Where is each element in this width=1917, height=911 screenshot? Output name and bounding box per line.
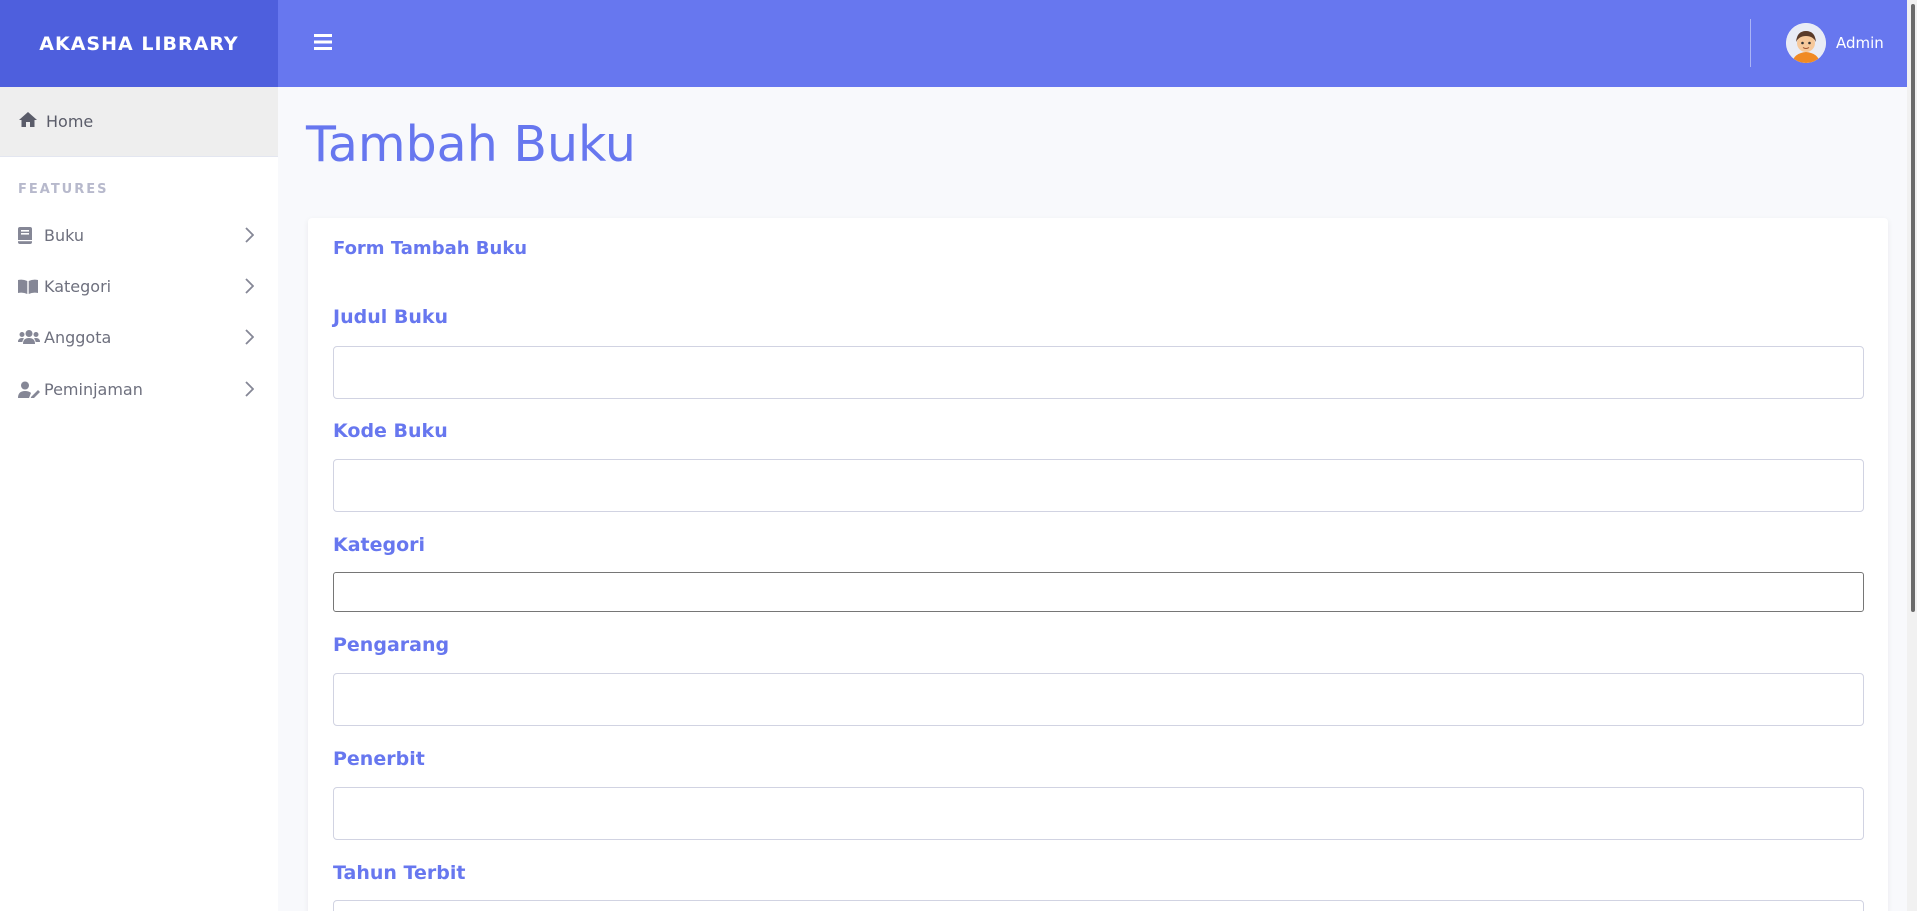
sidebar-item-home[interactable]: Home: [0, 87, 278, 157]
chevron-right-icon: [245, 381, 255, 401]
home-icon: [18, 111, 38, 132]
menu-toggle-icon[interactable]: [314, 32, 332, 52]
chevron-right-icon: [245, 278, 255, 298]
judul-buku-input[interactable]: [333, 346, 1864, 399]
topbar: Admin: [278, 0, 1917, 87]
page-title: Tambah Buku: [306, 116, 636, 173]
users-icon: [18, 329, 40, 345]
kode-buku-label: Kode Buku: [333, 420, 448, 442]
pengarang-input[interactable]: [333, 673, 1864, 726]
chevron-right-icon: [245, 227, 255, 247]
sidebar-item-kategori[interactable]: Kategori: [0, 264, 278, 308]
scrollbar-thumb[interactable]: [1911, 4, 1915, 612]
sidebar-item-label: Buku: [44, 225, 85, 245]
sidebar-item-label: Home: [46, 112, 94, 131]
kategori-select[interactable]: [333, 572, 1864, 612]
penerbit-label: Penerbit: [333, 748, 425, 770]
chevron-right-icon: [245, 329, 255, 349]
sidebar-item-label: Peminjaman: [44, 379, 143, 399]
sidebar-item-label: Anggota: [44, 327, 112, 347]
kode-buku-input[interactable]: [333, 459, 1864, 512]
scrollbar[interactable]: [1907, 0, 1917, 911]
user-edit-icon: [18, 381, 40, 398]
sidebar-item-anggota[interactable]: Anggota: [0, 315, 278, 359]
kategori-label: Kategori: [333, 534, 426, 556]
book-open-icon: [18, 279, 40, 294]
sidebar-item-label: Kategori: [44, 276, 112, 296]
tahun-terbit-label: Tahun Terbit: [333, 862, 466, 884]
sidebar-section-heading: FEATURES: [18, 182, 109, 197]
brand-title: AKASHA LIBRARY: [39, 32, 239, 55]
penerbit-input[interactable]: [333, 787, 1864, 840]
tahun-terbit-input[interactable]: [333, 900, 1864, 911]
brand-logo[interactable]: AKASHA LIBRARY: [0, 0, 278, 87]
avatar: [1786, 23, 1826, 63]
user-name: Admin: [1836, 34, 1884, 52]
form-card: Form Tambah Buku Judul Buku Kode Buku Ka…: [308, 218, 1888, 911]
topbar-divider: [1750, 19, 1751, 67]
card-title: Form Tambah Buku: [333, 238, 528, 259]
sidebar: Home FEATURES Buku Kategori Anggota Pemi…: [0, 87, 278, 911]
sidebar-item-peminjaman[interactable]: Peminjaman: [0, 367, 278, 411]
judul-buku-label: Judul Buku: [333, 306, 449, 328]
user-menu[interactable]: Admin: [1786, 23, 1884, 63]
book-icon: [18, 226, 40, 244]
pengarang-label: Pengarang: [333, 634, 450, 656]
sidebar-item-buku[interactable]: Buku: [0, 213, 278, 257]
